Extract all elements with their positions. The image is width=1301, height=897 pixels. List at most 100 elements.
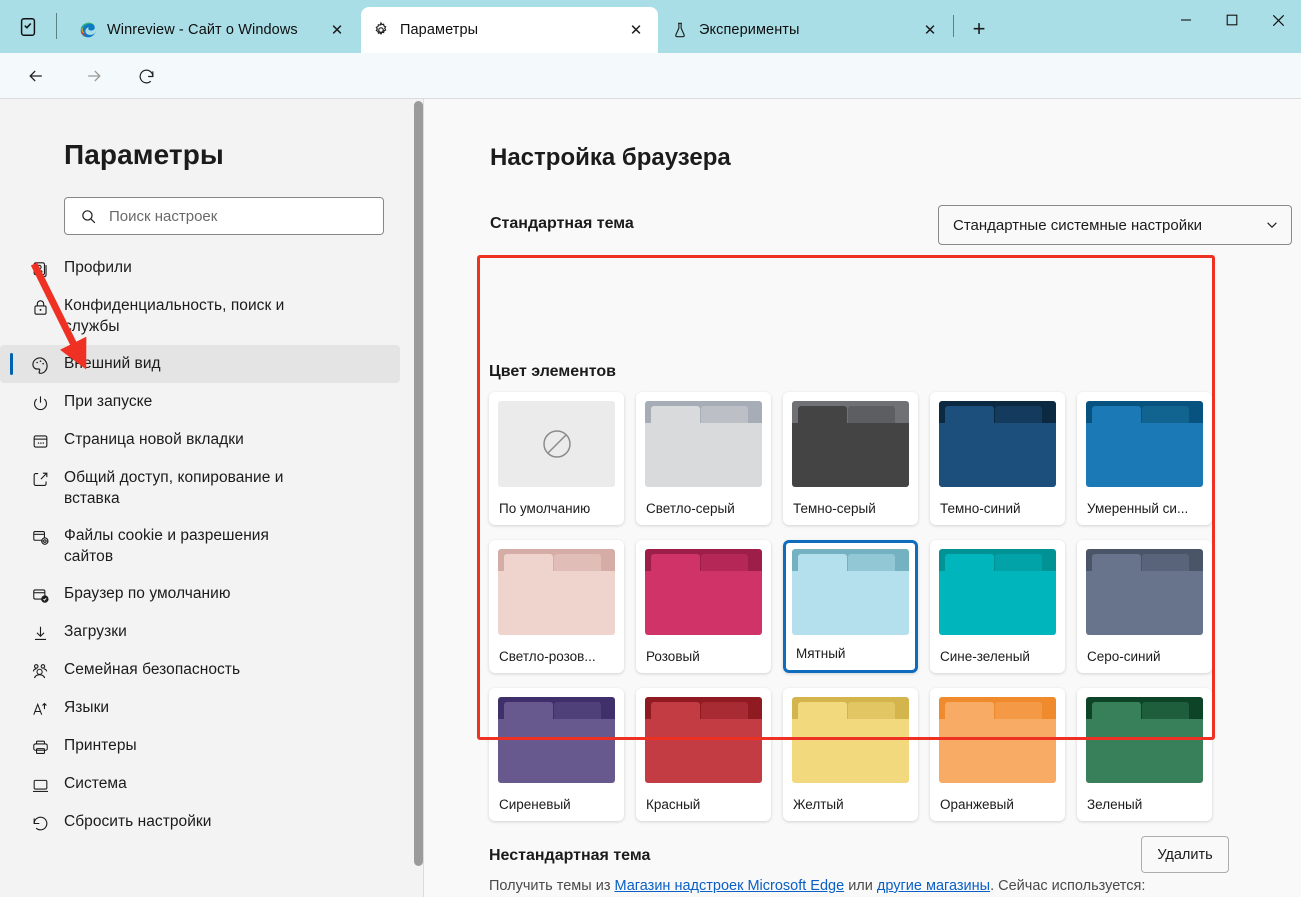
sidebar-item-label: Сбросить настройки (64, 813, 212, 830)
swatch-pink[interactable]: Розовый (636, 540, 771, 673)
sidebar-item-label: Языки (64, 699, 110, 716)
sidebar-item-privacy[interactable]: Конфиденциальность, поиск и службы (0, 287, 400, 345)
tab-winreview[interactable]: Winreview - Сайт о Windows ✕ (68, 7, 359, 53)
swatch-label: Оранжевый (940, 797, 1014, 812)
search-input[interactable] (109, 207, 359, 225)
default-theme-row: Стандартная тема Стандартные системные н… (490, 205, 1292, 247)
swatch-label: Зеленый (1087, 797, 1143, 812)
sidebar-item-newtabpage[interactable]: Страница новой вкладки (0, 421, 400, 459)
forward-arrow-icon[interactable] (78, 60, 110, 92)
swatch-label: По умолчанию (499, 501, 591, 516)
swatch-label: Светло-розов... (499, 649, 596, 664)
swatch-preview (645, 549, 762, 635)
maximize-button[interactable] (1209, 0, 1255, 40)
minimize-button[interactable] (1163, 0, 1209, 40)
swatch-preview (792, 401, 909, 487)
section-heading: Настройка браузера (490, 144, 731, 171)
download-icon (29, 622, 51, 644)
swatch-label: Сине-зеленый (940, 649, 1030, 664)
sidebar-item-languages[interactable]: Языки (0, 689, 400, 727)
language-icon (29, 698, 51, 720)
back-arrow-icon[interactable] (20, 60, 52, 92)
search-settings-box[interactable] (64, 197, 384, 235)
close-icon[interactable]: ✕ (325, 18, 349, 42)
tab-title: Эксперименты (699, 22, 800, 38)
sidebar-item-label: Файлы cookie и разрешения сайтов (64, 527, 269, 565)
swatch-orange[interactable]: Оранжевый (930, 688, 1065, 821)
swatch-preview (1086, 401, 1203, 487)
swatch-dark-gray[interactable]: Темно-серый (783, 392, 918, 525)
sidebar-item-label: Семейная безопасность (64, 661, 241, 678)
sidebar-item-label: Профили (64, 259, 132, 276)
sidebar-item-label: Загрузки (64, 623, 127, 640)
tab-title: Параметры (400, 22, 479, 38)
swatch-preview (645, 401, 762, 487)
sidebar-scrollbar[interactable] (414, 101, 423, 866)
newtab-icon (29, 430, 51, 452)
desc-part-1: Получить темы из (489, 878, 615, 894)
swatch-yellow[interactable]: Желтый (783, 688, 918, 821)
swatch-default[interactable]: По умолчанию (489, 392, 624, 525)
swatch-preview (939, 549, 1056, 635)
default-theme-dropdown[interactable]: Стандартные системные настройки (938, 205, 1292, 245)
swatch-light-pink[interactable]: Светло-розов... (489, 540, 624, 673)
settings-page: Параметры Поиск настроек Профили Конфиде… (0, 98, 1301, 897)
swatch-label: Умеренный си... (1087, 501, 1189, 516)
swatch-preview (1086, 549, 1203, 635)
swatch-dark-blue[interactable]: Темно-синий (930, 392, 1065, 525)
printer-icon (29, 736, 51, 758)
sidebar-item-label: Общий доступ, копирование и вставка (64, 469, 284, 507)
close-icon[interactable]: ✕ (624, 18, 648, 42)
close-window-button[interactable] (1255, 0, 1301, 40)
new-tab-button[interactable]: + (964, 16, 994, 42)
sidebar-item-appearance[interactable]: Внешний вид (0, 345, 400, 383)
delete-theme-button[interactable]: Удалить (1141, 836, 1229, 873)
close-icon[interactable]: ✕ (918, 18, 942, 42)
edge-logo-icon (78, 20, 98, 40)
swatch-light-gray[interactable]: Светло-серый (636, 392, 771, 525)
sidebar-item-system[interactable]: Система (0, 765, 400, 803)
default-theme-value: Стандартные системные настройки (953, 216, 1203, 234)
page-title: Параметры (64, 139, 224, 170)
desc-part-2: или (844, 878, 877, 894)
power-icon (29, 392, 51, 414)
swatch-lilac[interactable]: Сиреневый (489, 688, 624, 821)
sidebar-item-profiles[interactable]: Профили (0, 249, 400, 287)
system-icon (29, 774, 51, 796)
sidebar-item-reset[interactable]: Сбросить настройки (0, 803, 400, 841)
default-browser-icon (29, 584, 51, 606)
tab-experiments[interactable]: Эксперименты ✕ (660, 7, 952, 53)
swatch-mint[interactable]: Мятный (783, 540, 918, 673)
newtab-divider (953, 15, 954, 37)
tab-settings[interactable]: Параметры ✕ (361, 7, 658, 53)
edge-addons-store-link[interactable]: Магазин надстроек Microsoft Edge (615, 878, 845, 894)
swatch-teal[interactable]: Сине-зеленый (930, 540, 1065, 673)
sidebar-item-familysafety[interactable]: Семейная безопасность (0, 651, 400, 689)
swatch-red[interactable]: Красный (636, 688, 771, 821)
swatch-gray-blue[interactable]: Серо-синий (1077, 540, 1212, 673)
swatch-green[interactable]: Зеленый (1077, 688, 1212, 821)
swatch-label: Серо-синий (1087, 649, 1161, 664)
swatch-preview (498, 697, 615, 783)
swatch-preview (498, 401, 615, 487)
sidebar-item-printers[interactable]: Принтеры (0, 727, 400, 765)
sidebar-item-cookies[interactable]: Файлы cookie и разрешения сайтов (0, 517, 400, 575)
swatch-label: Темно-серый (793, 501, 876, 516)
settings-sidebar: Параметры Поиск настроек Профили Конфиде… (0, 99, 424, 897)
swatch-moderate-blue[interactable]: Умеренный си... (1077, 392, 1212, 525)
desc-part-3: . Сейчас используется: (990, 878, 1146, 894)
flask-icon (670, 20, 690, 40)
sidebar-item-downloads[interactable]: Загрузки (0, 613, 400, 651)
sidebar-item-share[interactable]: Общий доступ, копирование и вставка (0, 459, 400, 517)
swatch-label: Мятный (796, 646, 846, 661)
swatch-preview (939, 401, 1056, 487)
tab-title: Winreview - Сайт о Windows (107, 22, 298, 38)
sidebar-item-onstartup[interactable]: При запуске (0, 383, 400, 421)
tab-actions-icon[interactable] (14, 14, 42, 40)
reload-icon[interactable] (130, 60, 162, 92)
sidebar-item-label: Конфиденциальность, поиск и службы (64, 297, 285, 335)
address-toolbar: Edge edge://settings/appearance (0, 53, 1301, 145)
sidebar-item-defaultbrowser[interactable]: Браузер по умолчанию (0, 575, 400, 613)
other-stores-link[interactable]: другие магазины (877, 878, 990, 894)
search-icon (77, 205, 99, 227)
